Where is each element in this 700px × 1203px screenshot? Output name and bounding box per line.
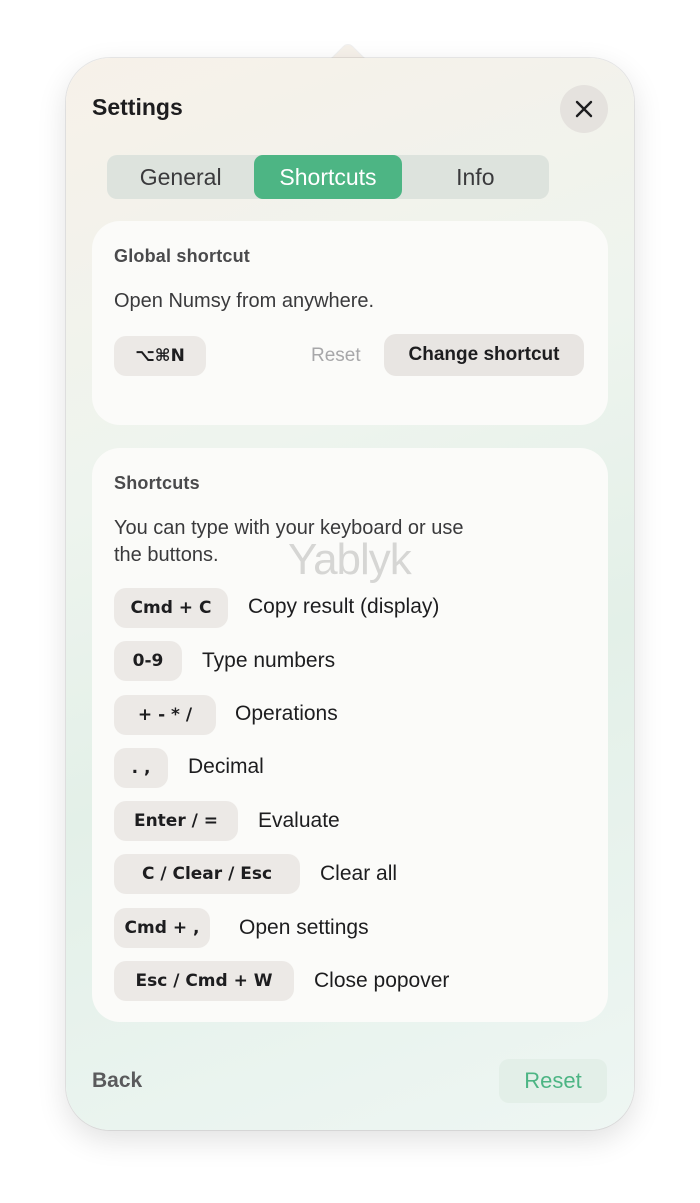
shortcut-key: Esc / Cmd + W	[114, 961, 294, 1001]
watermark: Yablyk	[288, 535, 412, 584]
shortcut-key: Cmd + ,	[114, 908, 210, 948]
page-title: Settings	[92, 94, 183, 120]
shortcuts-description-line2: the buttons.	[114, 544, 219, 566]
tab-bar: General Shortcuts Info	[107, 155, 549, 199]
change-shortcut-button[interactable]: Change shortcut	[384, 334, 584, 376]
shortcut-key: Enter / =	[114, 801, 238, 841]
shortcuts-heading: Shortcuts	[114, 473, 200, 493]
shortcut-description: Copy result (display)	[248, 595, 440, 618]
reset-shortcut-button[interactable]: Reset	[311, 345, 361, 367]
close-icon	[575, 100, 593, 118]
shortcut-description: Operations	[235, 702, 338, 725]
shortcut-key: C / Clear / Esc	[114, 854, 300, 894]
close-button[interactable]	[560, 85, 608, 133]
shortcut-description: Type numbers	[202, 649, 336, 672]
global-shortcut-card: Global shortcut Open Numsy from anywhere…	[92, 221, 608, 425]
reset-button[interactable]: Reset	[499, 1059, 607, 1103]
shortcut-description: Evaluate	[258, 809, 340, 832]
shortcut-key: . ,	[114, 748, 168, 788]
global-shortcut-description: Open Numsy from anywhere.	[114, 290, 375, 312]
shortcut-key: + - * /	[114, 695, 216, 735]
global-shortcut-heading: Global shortcut	[114, 246, 251, 266]
tab-info[interactable]: Info	[402, 155, 549, 199]
shortcut-key: Cmd + C	[114, 588, 228, 628]
shortcut-description: Decimal	[188, 755, 264, 778]
shortcut-description: Clear all	[320, 862, 398, 885]
tab-general[interactable]: General	[107, 155, 254, 199]
tab-shortcuts[interactable]: Shortcuts	[254, 155, 402, 199]
global-shortcut-key[interactable]: ⌥⌘N	[114, 336, 206, 376]
shortcut-key: 0-9	[114, 641, 182, 681]
back-button[interactable]: Back	[92, 1069, 142, 1093]
shortcut-description: Open settings	[239, 916, 369, 939]
shortcut-description: Close popover	[314, 969, 450, 992]
